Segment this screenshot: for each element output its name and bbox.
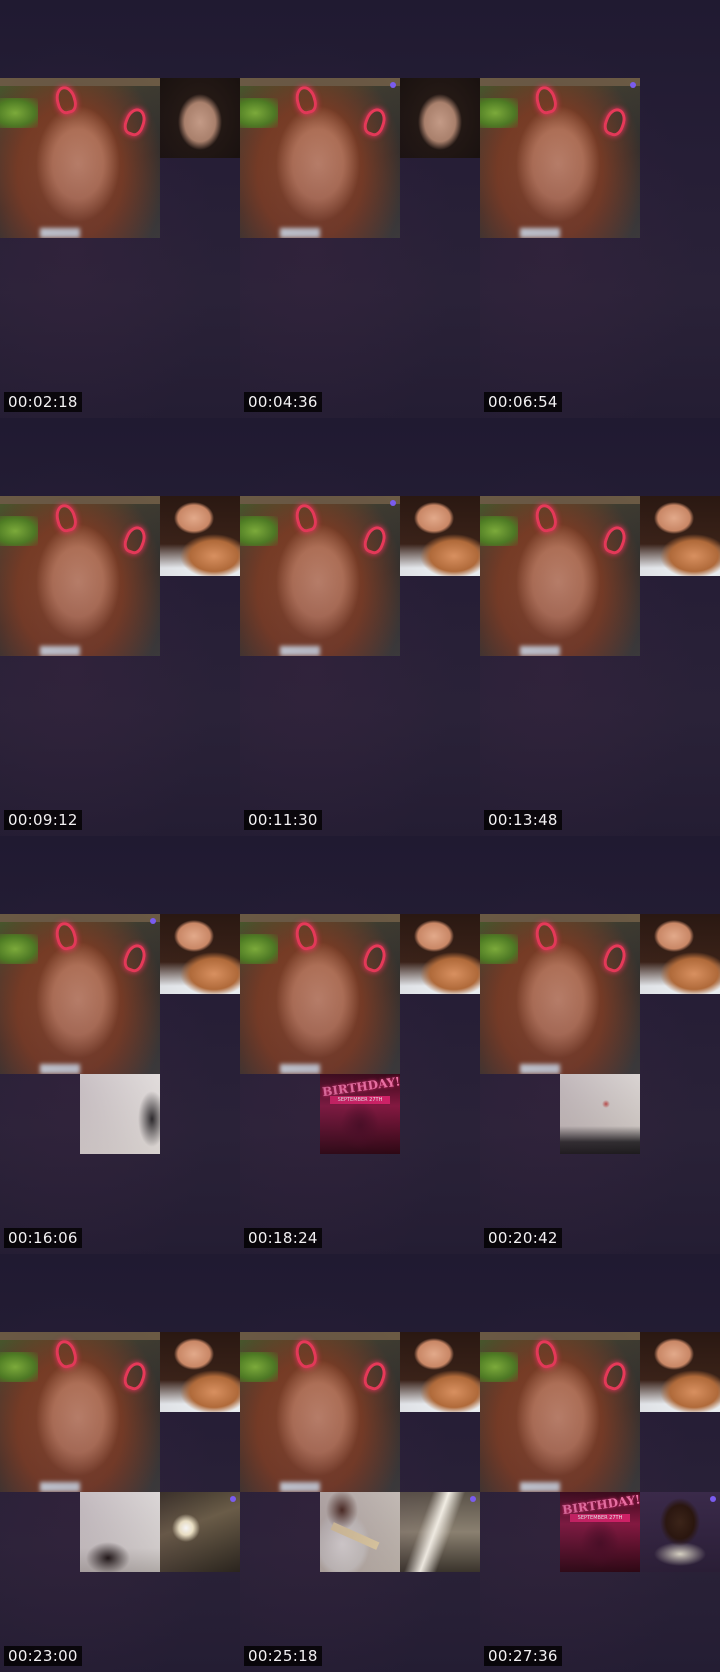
main-video-tile <box>480 914 640 1074</box>
frame-1: 00:02:18 <box>0 0 240 418</box>
main-video-tile <box>240 914 400 1074</box>
dot-icon <box>230 1496 236 1502</box>
timestamp: 00:27:36 <box>484 1646 562 1666</box>
dot-icon <box>390 500 396 506</box>
timestamp: 00:20:42 <box>484 1228 562 1248</box>
frame-8: BIRTHDAY! SEPTEMBER 27TH 00:18:24 <box>240 836 480 1254</box>
participant-video-tile <box>160 1332 240 1412</box>
main-video-tile <box>480 496 640 656</box>
participant-video-tile: BIRTHDAY! SEPTEMBER 27TH <box>320 1074 400 1154</box>
main-video-tile <box>480 1332 640 1492</box>
participant-video-tile <box>560 1074 640 1154</box>
timestamp: 00:04:36 <box>244 392 322 412</box>
participant-video-tile: BIRTHDAY! SEPTEMBER 27TH <box>560 1492 640 1572</box>
main-video-tile <box>0 1332 160 1492</box>
participant-video-tile <box>400 496 480 576</box>
dot-icon <box>710 1496 716 1502</box>
participant-video-tile <box>400 1332 480 1412</box>
dot-icon <box>630 82 636 88</box>
participant-video-tile <box>640 1332 720 1412</box>
participant-video-tile <box>400 1492 480 1572</box>
frame-3: 00:06:54 <box>480 0 720 418</box>
main-video-tile <box>240 78 400 238</box>
participant-video-tile <box>80 1074 160 1154</box>
main-video-tile <box>0 78 160 238</box>
frame-5: 00:11:30 <box>240 418 480 836</box>
participant-video-tile <box>160 914 240 994</box>
timestamp: 00:09:12 <box>4 810 82 830</box>
frame-11: 00:25:18 <box>240 1254 480 1672</box>
contact-sheet: 00:02:18 00:04:36 00:06:54 00:09:12 00:1… <box>0 0 720 1672</box>
timestamp: 00:18:24 <box>244 1228 322 1248</box>
participant-video-tile <box>640 496 720 576</box>
dot-icon <box>470 1496 476 1502</box>
timestamp: 00:13:48 <box>484 810 562 830</box>
participant-video-tile <box>640 1492 720 1572</box>
main-video-tile <box>0 914 160 1074</box>
timestamp: 00:16:06 <box>4 1228 82 1248</box>
frame-10: 00:23:00 <box>0 1254 240 1672</box>
timestamp: 00:23:00 <box>4 1646 82 1666</box>
frame-7: 00:16:06 <box>0 836 240 1254</box>
timestamp: 00:11:30 <box>244 810 322 830</box>
frame-9: 00:20:42 <box>480 836 720 1254</box>
dot-icon <box>390 82 396 88</box>
dot-icon <box>150 918 156 924</box>
main-video-tile <box>480 78 640 238</box>
participant-video-tile <box>160 496 240 576</box>
timestamp: 00:02:18 <box>4 392 82 412</box>
timestamp: 00:25:18 <box>244 1646 322 1666</box>
birthday-subtitle: SEPTEMBER 27TH <box>330 1096 390 1104</box>
participant-video-tile <box>400 914 480 994</box>
participant-video-tile <box>640 914 720 994</box>
participant-video-tile <box>160 78 240 158</box>
frame-6: 00:13:48 <box>480 418 720 836</box>
participant-video-tile <box>80 1492 160 1572</box>
frame-2: 00:04:36 <box>240 0 480 418</box>
frame-4: 00:09:12 <box>0 418 240 836</box>
frame-12: BIRTHDAY! SEPTEMBER 27TH 00:27:36 <box>480 1254 720 1672</box>
participant-video-tile <box>160 1492 240 1572</box>
birthday-subtitle: SEPTEMBER 27TH <box>570 1514 630 1522</box>
timestamp: 00:06:54 <box>484 392 562 412</box>
main-video-tile <box>240 496 400 656</box>
main-video-tile <box>240 1332 400 1492</box>
main-video-tile <box>0 496 160 656</box>
participant-video-tile <box>400 78 480 158</box>
participant-video-tile <box>320 1492 400 1572</box>
